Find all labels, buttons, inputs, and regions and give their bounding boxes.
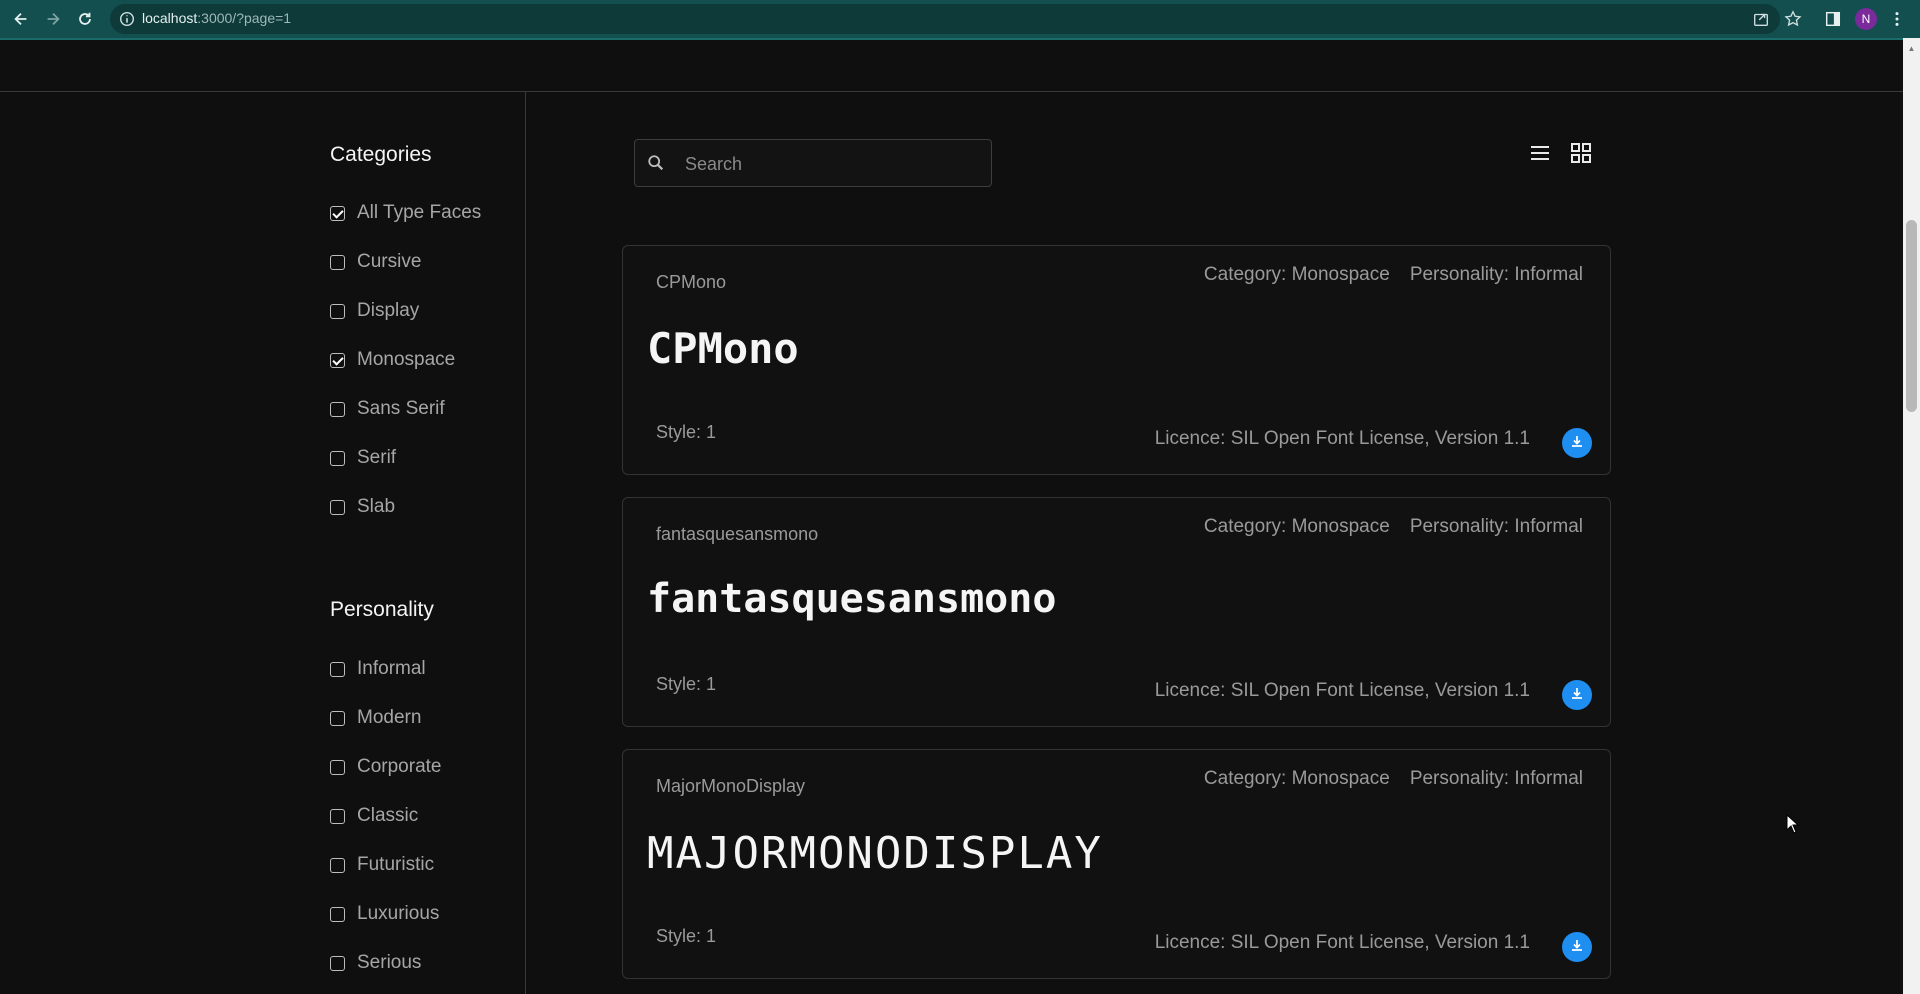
download-icon xyxy=(1572,688,1582,699)
font-meta: Category: Monospace Personality: Informal xyxy=(1204,264,1583,286)
checkbox[interactable] xyxy=(330,809,345,824)
checkbox-label: Informal xyxy=(357,658,426,679)
side-panel-icon[interactable] xyxy=(1824,8,1842,30)
url-text: localhost:3000/?page=1 xyxy=(142,10,292,26)
sidebar-divider xyxy=(525,92,526,994)
checkbox[interactable] xyxy=(330,760,345,775)
checkbox[interactable] xyxy=(330,711,345,726)
back-icon[interactable] xyxy=(10,8,32,30)
font-meta: Category: Monospace Personality: Informal xyxy=(1204,516,1583,538)
checkbox-label: Serif xyxy=(357,447,397,468)
font-personality: Personality: Informal xyxy=(1409,516,1583,537)
checkbox-label: Corporate xyxy=(357,756,442,777)
search-icon xyxy=(648,155,664,171)
font-category: Category: Monospace xyxy=(1203,516,1390,537)
download-button[interactable] xyxy=(1562,428,1592,458)
checkbox[interactable] xyxy=(330,907,345,922)
mouse-cursor-icon xyxy=(1786,814,1800,834)
forward-icon[interactable] xyxy=(42,8,64,30)
scrollbar-thumb[interactable] xyxy=(1906,220,1917,412)
address-bar[interactable]: localhost:3000/?page=1 xyxy=(110,4,1780,34)
checkbox-label: Modern xyxy=(357,707,422,728)
site-info-icon[interactable] xyxy=(118,10,136,28)
grid-view-icon[interactable] xyxy=(1569,141,1593,165)
download-icon xyxy=(1572,436,1582,447)
browser-toolbar: localhost:3000/?page=1 N xyxy=(0,0,1920,40)
bookmark-star-icon[interactable] xyxy=(1784,8,1802,30)
profile-avatar[interactable]: N xyxy=(1855,8,1877,30)
reload-icon[interactable] xyxy=(74,8,96,30)
font-style-count: Style: 1 xyxy=(656,926,717,946)
checkbox-label: Sans Serif xyxy=(357,398,445,419)
font-category: Category: Monospace xyxy=(1203,768,1390,789)
download-button[interactable] xyxy=(1562,932,1592,962)
font-card[interactable]: MajorMonoDisplay Category: Monospace Perso… xyxy=(622,749,1611,979)
list-view-icon[interactable] xyxy=(1528,141,1552,165)
checkbox[interactable] xyxy=(330,304,345,319)
font-category: Category: Monospace xyxy=(1203,264,1390,285)
checkbox[interactable] xyxy=(330,451,345,466)
checkbox-label: Serious xyxy=(357,952,422,973)
font-name: CPMono xyxy=(656,272,727,292)
checkbox[interactable] xyxy=(330,353,345,368)
checkbox-label: Monospace xyxy=(357,349,456,370)
header-divider xyxy=(0,91,1903,92)
categories-title: Categories xyxy=(330,143,432,166)
font-preview: fantasquesansmono xyxy=(647,576,1057,622)
font-preview: CPMono xyxy=(647,324,799,373)
checkbox-label: Futuristic xyxy=(357,854,435,875)
search-input[interactable] xyxy=(683,150,977,178)
font-licence: Licence: SIL Open Font License, Version … xyxy=(1154,680,1530,701)
checkbox[interactable] xyxy=(330,255,345,270)
checkbox[interactable] xyxy=(330,956,345,971)
personality-title: Personality xyxy=(330,598,434,621)
share-icon[interactable] xyxy=(1752,8,1770,30)
checkbox-label: Display xyxy=(357,300,420,321)
page-scrollbar[interactable] xyxy=(1903,38,1920,994)
font-licence: Licence: SIL Open Font License, Version … xyxy=(1154,932,1530,953)
checkbox-label: Slab xyxy=(357,496,396,517)
checkbox[interactable] xyxy=(330,662,345,677)
font-personality: Personality: Informal xyxy=(1409,768,1583,789)
scroll-up-icon[interactable]: ▲ xyxy=(1906,44,1917,54)
font-name: MajorMonoDisplay xyxy=(656,776,806,796)
checkbox-label: Classic xyxy=(357,805,419,826)
download-button[interactable] xyxy=(1562,680,1592,710)
checkbox-label: Cursive xyxy=(357,251,422,272)
font-style-count: Style: 1 xyxy=(656,422,717,442)
font-meta: Category: Monospace Personality: Informal xyxy=(1204,768,1583,790)
font-preview: MAJORMONODISPLAY xyxy=(647,828,1103,879)
search-box xyxy=(634,139,992,187)
font-name: fantasquesansmono xyxy=(656,524,819,544)
font-personality: Personality: Informal xyxy=(1409,264,1583,285)
checkbox[interactable] xyxy=(330,402,345,417)
menu-kebab-icon[interactable] xyxy=(1893,8,1901,30)
checkbox[interactable] xyxy=(330,500,345,515)
font-style-count: Style: 1 xyxy=(656,674,717,694)
font-card[interactable]: fantasquesansmono Category: Monospace Pers… xyxy=(622,497,1611,727)
download-icon xyxy=(1572,940,1582,951)
font-licence: Licence: SIL Open Font License, Version … xyxy=(1154,428,1530,449)
checkbox[interactable] xyxy=(330,858,345,873)
checkbox-label: Luxurious xyxy=(357,903,440,924)
checkbox[interactable] xyxy=(330,206,345,221)
font-card[interactable]: CPMono Category: Monospace Personality: In… xyxy=(622,245,1611,475)
checkbox-label: All Type Faces xyxy=(357,202,482,223)
